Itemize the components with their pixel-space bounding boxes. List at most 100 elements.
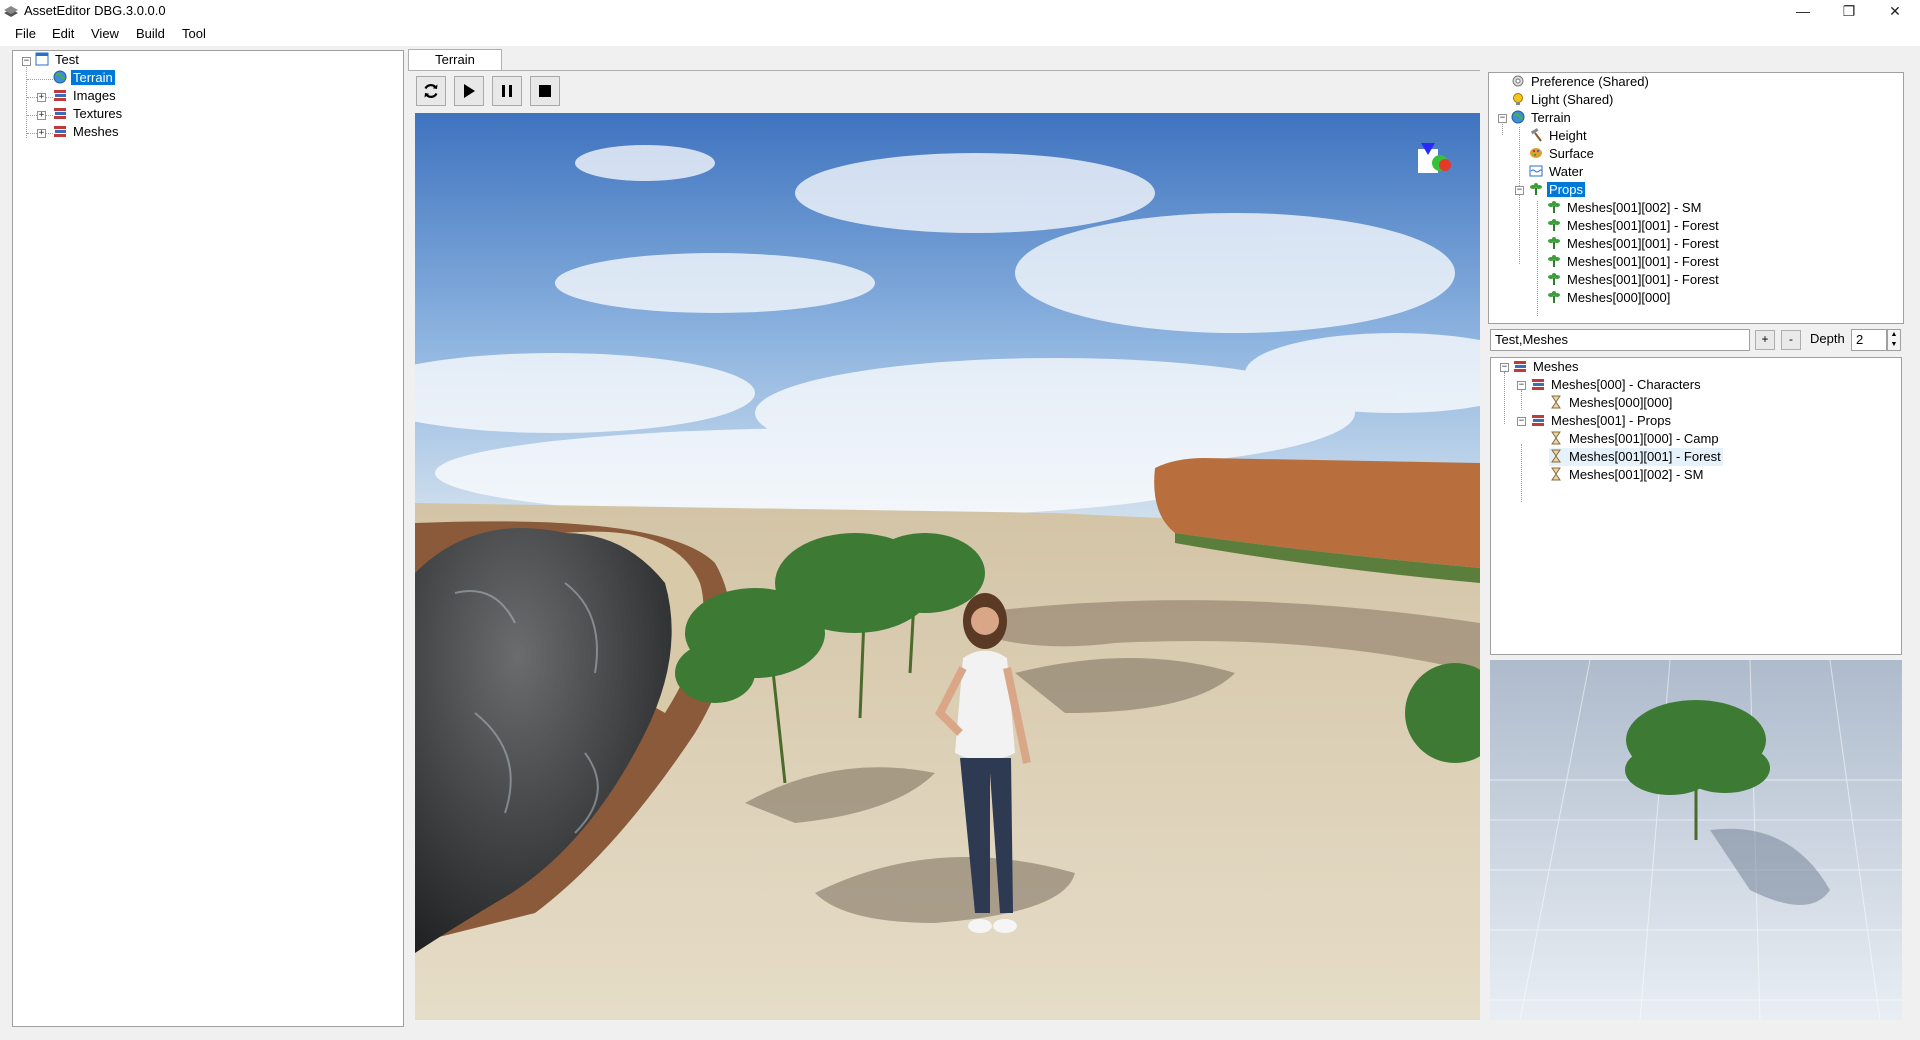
tree-item-label: Textures [73, 106, 123, 121]
tree-item-label: Surface [1549, 146, 1594, 161]
tree-item-label: Terrain [70, 69, 116, 86]
window-icon [35, 52, 49, 66]
stop-icon [539, 85, 551, 97]
expand-toggle-test[interactable]: − [22, 57, 31, 66]
expand-toggle-meshes-root[interactable]: − [1500, 363, 1509, 372]
books-icon [1532, 379, 1544, 390]
scene-tree-item[interactable]: Props [1529, 181, 1586, 199]
tree-item-terrain[interactable]: Terrain [53, 69, 116, 87]
asset-tree-item[interactable]: Meshes[001][000] - Camp [1549, 430, 1721, 448]
play-icon [464, 84, 475, 98]
scene-tree-item[interactable]: Height [1529, 127, 1589, 145]
depth-label: Depth [1810, 331, 1845, 346]
asset-tree-item[interactable]: Meshes[000][000] [1549, 394, 1674, 412]
books-icon [54, 90, 66, 101]
tab-divider [408, 70, 1480, 71]
minimize-button[interactable]: — [1780, 0, 1826, 22]
plant-icon [1548, 201, 1560, 213]
expand-toggle-props[interactable]: − [1515, 186, 1524, 195]
scene-tree-item[interactable]: Preference (Shared) [1511, 73, 1651, 91]
add-path-button[interactable]: + [1755, 330, 1775, 350]
tree-item-label: Meshes [1533, 359, 1579, 374]
expand-toggle-props-group[interactable]: − [1517, 417, 1526, 426]
scene-tree-item[interactable]: Meshes[001][001] - Forest [1547, 253, 1721, 271]
menu-edit[interactable]: Edit [52, 26, 74, 41]
books-icon [1514, 361, 1526, 372]
scene-tree-item[interactable]: Meshes[001][001] - Forest [1547, 235, 1721, 253]
tree-item-label: Meshes[001][002] - SM [1569, 467, 1704, 482]
expand-toggle-characters[interactable]: − [1517, 381, 1526, 390]
expand-toggle-terrain[interactable]: − [1498, 114, 1507, 123]
plant-icon [1530, 183, 1542, 195]
menu-bar: File Edit View Build Tool [0, 22, 1920, 46]
tree-item-label: Terrain [1531, 110, 1571, 125]
globe-icon [53, 70, 67, 84]
expand-toggle-textures[interactable]: + [37, 111, 46, 120]
tree-item-label: Meshes[001] - Props [1551, 413, 1671, 428]
refresh-button[interactable] [416, 76, 446, 106]
menu-build[interactable]: Build [136, 26, 165, 41]
scene-tree-item[interactable]: Meshes[001][002] - SM [1547, 199, 1703, 217]
scene-tree-item[interactable]: Meshes[000][000] [1547, 289, 1672, 307]
plant-icon [1548, 219, 1560, 231]
asset-tree-item[interactable]: Meshes [1513, 358, 1581, 376]
tree-item-images[interactable]: Images [53, 87, 118, 105]
remove-path-button[interactable]: - [1781, 330, 1801, 350]
scene-tree-item[interactable]: Surface [1529, 145, 1596, 163]
maximize-button[interactable]: ❐ [1826, 0, 1872, 22]
hourglass-icon [1551, 395, 1561, 409]
play-button[interactable] [454, 76, 484, 106]
asset-tree-item[interactable]: Meshes[001][002] - SM [1549, 466, 1705, 484]
tree-item-label: Water [1549, 164, 1584, 179]
lightbulb-icon [1513, 93, 1523, 105]
tree-item-test[interactable]: Test [35, 51, 81, 69]
asset-tree-item[interactable]: Meshes[000] - Characters [1531, 376, 1703, 394]
asset-tree-item[interactable]: Meshes[001][001] - Forest [1549, 448, 1723, 466]
depth-stepper[interactable]: ▲ ▼ [1887, 329, 1901, 351]
refresh-icon [424, 84, 438, 98]
scene-tree-item[interactable]: Light (Shared) [1511, 91, 1615, 109]
tree-item-label: Meshes[001][001] - Forest [1569, 449, 1721, 464]
tree-item-label: Test [55, 52, 79, 67]
scene-tree-panel: − − Preference (Shared) Light (Shared) Ter… [1488, 72, 1904, 324]
title-bar: AssetEditor DBG.3.0.0.0 — ❐ ✕ [0, 0, 1920, 22]
menu-file[interactable]: File [15, 26, 36, 41]
tree-item-meshes[interactable]: Meshes [53, 123, 121, 141]
books-icon [54, 108, 66, 119]
scene-tree-item[interactable]: Water [1529, 163, 1585, 181]
app-icon [4, 6, 18, 17]
stop-button[interactable] [530, 76, 560, 106]
expand-toggle-meshes[interactable]: + [37, 129, 46, 138]
tree-item-label: Images [73, 88, 116, 103]
menu-view[interactable]: View [91, 26, 119, 41]
tree-item-label: Meshes[001][001] - Forest [1567, 236, 1719, 251]
pause-button[interactable] [492, 76, 522, 106]
tree-item-textures[interactable]: Textures [53, 105, 124, 123]
tab-terrain[interactable]: Terrain [408, 49, 502, 71]
scene-tree-item[interactable]: Meshes[001][001] - Forest [1547, 271, 1721, 289]
tree-item-label: Meshes[001][001] - Forest [1567, 218, 1719, 233]
expand-toggle-images[interactable]: + [37, 93, 46, 102]
asset-path-input[interactable]: Test,Meshes [1490, 329, 1750, 351]
project-tree-panel: − Test Terrain + Images + Textures + Mes… [12, 50, 404, 1027]
tree-item-label: Meshes [73, 124, 119, 139]
pause-icon [502, 85, 512, 97]
asset-tree-item[interactable]: Meshes[001] - Props [1531, 412, 1673, 430]
depth-spinner[interactable]: 2 [1851, 329, 1887, 351]
water-icon [1529, 165, 1543, 177]
plant-icon [1548, 291, 1560, 303]
close-button[interactable]: ✕ [1872, 0, 1918, 22]
scene-tree-item[interactable]: Terrain [1511, 109, 1573, 127]
plant-icon [1548, 273, 1560, 285]
tree-item-label: Meshes[000][000] [1567, 290, 1671, 305]
tree-item-label: Meshes[000][000] [1569, 395, 1673, 410]
menu-tool[interactable]: Tool [182, 26, 206, 41]
hourglass-icon [1551, 467, 1561, 481]
mesh-preview[interactable] [1490, 660, 1902, 1020]
palette-icon [1530, 148, 1542, 158]
tree-item-label: Meshes[001][000] - Camp [1569, 431, 1719, 446]
scene-tree-item[interactable]: Meshes[001][001] - Forest [1547, 217, 1721, 235]
tree-item-label: Meshes[001][002] - SM [1567, 200, 1702, 215]
terrain-viewport[interactable] [415, 113, 1480, 1020]
tree-item-label: Light (Shared) [1531, 92, 1614, 107]
